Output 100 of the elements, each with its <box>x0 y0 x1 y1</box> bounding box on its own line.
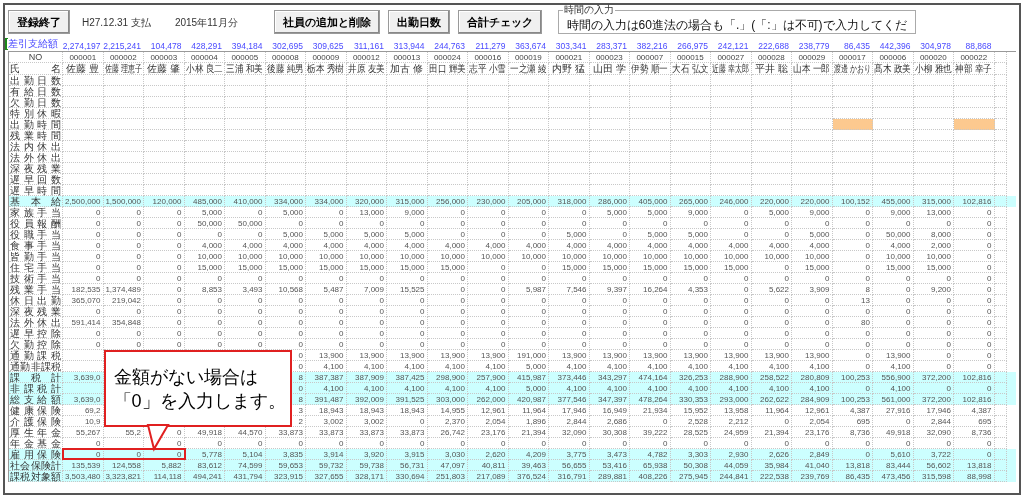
employee-name: 山本 一郎 <box>793 63 831 74</box>
table-cell: 328,171 <box>346 471 387 482</box>
employee-number: 000021 <box>549 52 590 63</box>
table-cell: 494,241 <box>184 471 225 482</box>
employee-number: 000005 <box>225 52 266 63</box>
employee-number: 000007 <box>630 52 671 63</box>
table-cell: 275,945 <box>670 471 711 482</box>
employee-number: 000002 <box>103 52 144 63</box>
table-cell: 330,694 <box>387 471 428 482</box>
summary-value: 311,161 <box>353 41 384 51</box>
employee-name: 一之瀬 綾 <box>509 63 547 74</box>
row-label: 総支給額 <box>10 394 61 405</box>
summary-value: 266,975 <box>677 41 708 51</box>
employee-number: 000008 <box>265 52 306 63</box>
table-cell: 376,524 <box>508 471 549 482</box>
toolbar-button[interactable]: 出勤日数 <box>387 10 450 34</box>
employee-name: 井原 友美 <box>347 63 385 74</box>
employee-name: 近藤 幸太郎 <box>712 63 750 74</box>
period: 2015年11月分 <box>174 15 238 30</box>
row-label: 食事手当 <box>10 240 61 251</box>
row-label: 有給日数 <box>10 86 61 97</box>
summary-value: 104,478 <box>150 41 182 51</box>
row-label: 深夜残業 <box>10 306 61 317</box>
employee-number: 000023 <box>589 52 630 63</box>
row-label: 出勤日数 <box>10 75 61 86</box>
summary-value: 2,274,197 <box>62 41 101 51</box>
employee-name: 髙木 政美 <box>874 63 912 74</box>
employee-name: 栃本 秀樹 <box>307 63 345 74</box>
row-label: 欠勤日数 <box>10 97 61 108</box>
row-label: 介護保険 <box>10 416 61 427</box>
table-cell: 3,323,821 <box>103 471 144 482</box>
employee-name: 佐藤 理恵子 <box>104 63 142 74</box>
row-label: 遅早控除 <box>10 328 61 339</box>
row-label: 遅早時間 <box>10 185 61 196</box>
summary-value: 222,688 <box>758 41 789 51</box>
summary-value: 442,396 <box>879 41 911 51</box>
employee-number: 000001 <box>63 52 104 63</box>
table-cell: 408,226 <box>630 471 671 482</box>
row-label: 技術手当 <box>10 273 61 284</box>
employee-number: 000003 <box>144 52 185 63</box>
summary-value: 313,944 <box>393 41 425 51</box>
summary-value: 242,121 <box>717 41 749 51</box>
employee-name: 佐藤 肇 <box>147 63 181 74</box>
row-label: 非課税計 <box>10 383 61 394</box>
row-label: 課税計 <box>10 372 61 383</box>
summary-value: 363,674 <box>515 41 546 51</box>
highlighted-cell[interactable] <box>954 119 995 130</box>
employee-number: 000006 <box>873 52 914 63</box>
employee-name: 平井 聡 <box>754 63 788 74</box>
employee-name: 志平 小雪 <box>469 63 507 74</box>
row-label: 課税対象額 <box>10 471 61 482</box>
employee-name: 内野 猛 <box>552 63 586 74</box>
employee-number: 000016 <box>468 52 509 63</box>
table-cell: 289,881 <box>589 471 630 482</box>
table-cell: 114,118 <box>144 471 185 482</box>
note-text: 時間の入力は60進法の場合も「.」(「:」は不可)で入力してくだ <box>566 18 907 32</box>
summary-value: 211,279 <box>475 41 506 51</box>
cell-cursor <box>5 38 8 50</box>
row-label: 健康保険 <box>10 405 61 416</box>
toolbar-button[interactable]: 合計チェック <box>457 10 542 34</box>
summary-value: 244,763 <box>434 41 465 51</box>
table-cell: 323,915 <box>265 471 306 482</box>
employee-number: 000027 <box>711 52 752 63</box>
highlighted-cell[interactable] <box>832 119 873 130</box>
table-cell: 244,841 <box>711 471 752 482</box>
toolbar-button[interactable]: 登録終了 <box>8 10 70 34</box>
employee-number: 000029 <box>792 52 833 63</box>
row-label: 法外休出 <box>10 317 61 328</box>
summary-value: 302,695 <box>272 41 303 51</box>
row-label: 社会保険計 <box>10 460 61 471</box>
employee-number: 000009 <box>306 52 347 63</box>
summary-label: 差引支給額 <box>8 38 58 50</box>
employee-number: 000019 <box>508 52 549 63</box>
table-cell: 3,503,480 <box>63 471 104 482</box>
row-label: 残業手当 <box>10 284 61 295</box>
employee-number: 000012 <box>346 52 387 63</box>
row-label: 家族手当 <box>10 207 61 218</box>
row-label: 法内休出 <box>10 141 61 152</box>
row-label: 遅早回数 <box>10 174 61 185</box>
employee-number: 000004 <box>184 52 225 63</box>
summary-value: 86,435 <box>844 41 870 51</box>
row-label: 通勤非課税 <box>10 361 61 372</box>
summary-value: 428,291 <box>191 41 222 51</box>
summary-value: 382,216 <box>636 41 668 51</box>
row-label: 残業時間 <box>10 130 61 141</box>
employee-number: 000022 <box>954 52 995 63</box>
employee-name: 加古 修 <box>390 63 424 74</box>
table-cell: 86,435 <box>832 471 873 482</box>
column-header: NO <box>9 52 63 63</box>
summary-value: 88,868 <box>965 41 992 51</box>
employee-name: 神部 幸子 <box>955 63 993 74</box>
toolbar-button[interactable]: 社員の追加と削除 <box>273 10 380 34</box>
row-label: 休日出勤 <box>10 295 61 306</box>
table-cell: 0 <box>63 438 104 449</box>
row-label: 皆勤手当 <box>10 251 61 262</box>
table-cell: 316,791 <box>549 471 590 482</box>
row-label: 役職手当 <box>10 229 61 240</box>
row-label: 年金基金 <box>10 438 61 449</box>
row-label: 雇用保険 <box>10 449 61 460</box>
table-cell: 473,456 <box>873 471 914 482</box>
